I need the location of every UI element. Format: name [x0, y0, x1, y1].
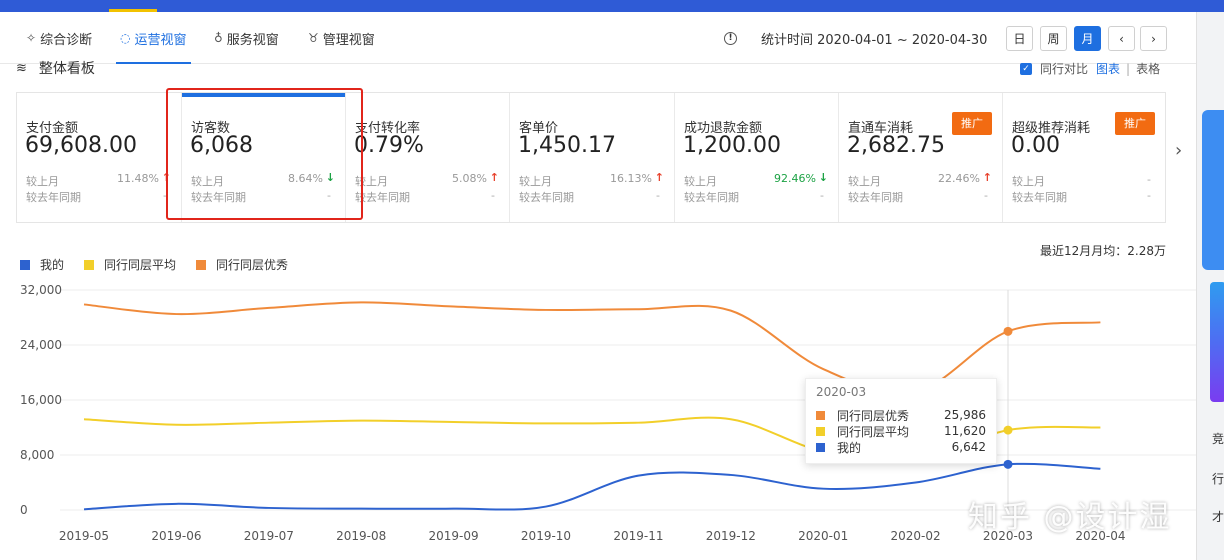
- tooltip-row: 我的 6,642: [816, 439, 986, 455]
- series-point-2: [1003, 326, 1013, 336]
- x-tick-label: 2019-12: [706, 529, 756, 543]
- tooltip-swatch: [816, 426, 825, 436]
- y-tick-label: 16,000: [20, 393, 62, 407]
- y-tick-label: 32,000: [20, 283, 62, 297]
- tooltip-swatch: [816, 442, 825, 452]
- tooltip-value: 25,986: [944, 408, 986, 422]
- x-tick-label: 2020-02: [891, 529, 941, 543]
- y-tick-label: 0: [20, 503, 28, 517]
- y-tick-label: 24,000: [20, 338, 62, 352]
- chart-tooltip: 2020-03 同行同层优秀 25,986 同行同层平均 11,620 我的 6,64…: [805, 378, 997, 464]
- tooltip-value: 6,642: [951, 440, 986, 454]
- tooltip-title: 2020-03: [816, 385, 867, 399]
- x-tick-label: 2019-05: [59, 529, 109, 543]
- sidebar-text: 竞: [1212, 432, 1224, 446]
- tooltip-value: 11,620: [944, 424, 986, 438]
- tooltip-label: 我的: [837, 440, 862, 455]
- tooltip-swatch: [816, 410, 825, 420]
- floating-tool-panel[interactable]: [1202, 110, 1224, 270]
- tooltip-row: 同行同层平均 11,620: [816, 423, 986, 439]
- x-tick-label: 2019-06: [151, 529, 201, 543]
- series-line-0: [83, 462, 1101, 511]
- x-tick-label: 2020-01: [798, 529, 848, 543]
- x-tick-label: 2019-08: [336, 529, 386, 543]
- tooltip-label: 同行同层优秀: [837, 408, 910, 423]
- promo-banner[interactable]: [1210, 282, 1224, 402]
- watermark: 知乎 @设计湿: [968, 500, 1172, 535]
- x-tick-label: 2019-07: [244, 529, 294, 543]
- tooltip-row: 同行同层优秀 25,986: [816, 407, 986, 423]
- sidebar-text: 行: [1212, 472, 1224, 486]
- line-chart: 32,000 24,000 16,000 8,000 0 2019-05 2019-06 20…: [20, 283, 1196, 543]
- series-point-1: [1003, 425, 1013, 435]
- x-tick-label: 2019-11: [613, 529, 663, 543]
- x-tick-label: 2019-09: [429, 529, 479, 543]
- x-tick-label: 2019-10: [521, 529, 571, 543]
- sidebar-text: 才: [1212, 510, 1224, 524]
- tooltip-label: 同行同层平均: [837, 424, 910, 439]
- series-point-0: [1003, 459, 1013, 469]
- y-tick-label: 8,000: [20, 448, 54, 462]
